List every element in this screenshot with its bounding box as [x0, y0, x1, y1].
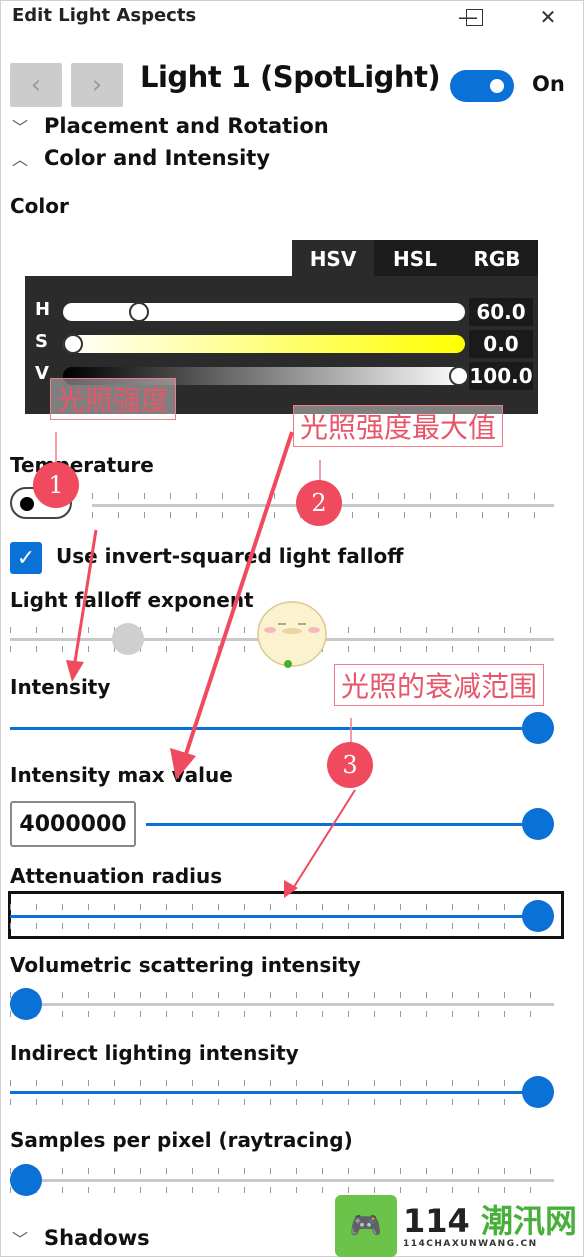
watermark-url: 114CHAXUNWANG.CN: [403, 1239, 538, 1249]
arrow-3: [291, 789, 356, 891]
annotation-badge-1: 1: [33, 462, 79, 508]
mascot-sticker: [257, 601, 327, 668]
annotation-badge-2: 2: [296, 480, 342, 526]
annotation-badge-3: 3: [327, 742, 373, 788]
site-watermark: 🎮 114 潮汛网 114CHAXUNWANG.CN: [335, 1195, 584, 1257]
watermark-name: 潮汛网: [480, 1202, 577, 1240]
arrow-head-1: [66, 660, 84, 682]
arrow-head-2: [170, 748, 196, 780]
watermark-number: 114: [403, 1202, 470, 1240]
robot-logo-icon: 🎮: [335, 1195, 397, 1257]
arrow-1: [72, 529, 98, 669]
